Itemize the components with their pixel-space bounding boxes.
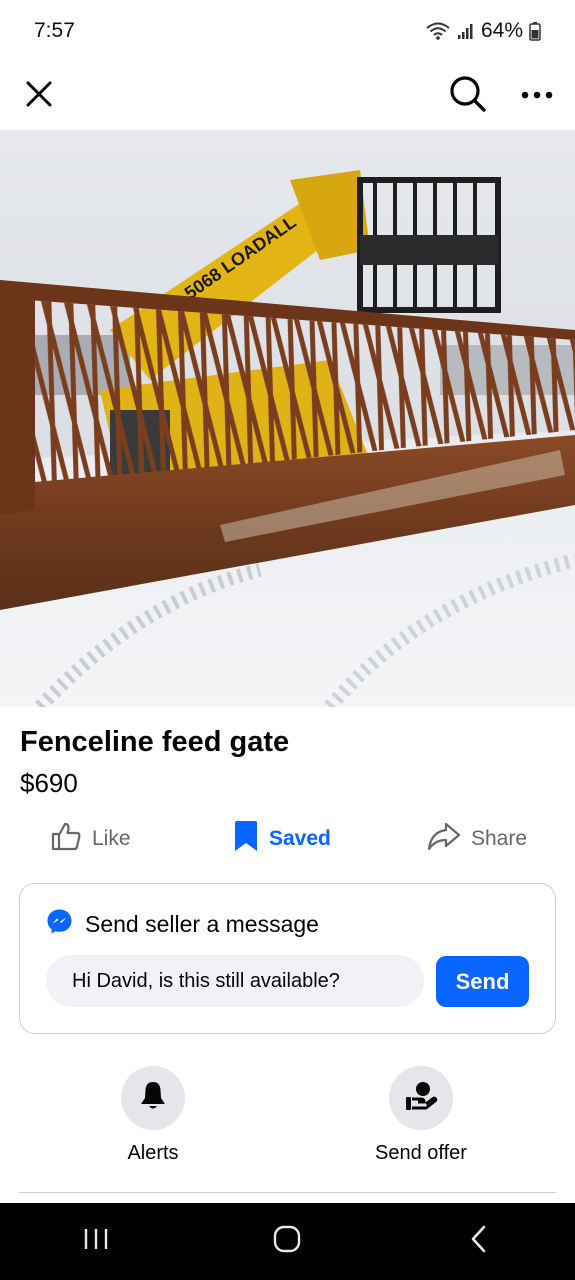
send-offer-circle <box>389 1066 453 1130</box>
message-card: Send seller a message Send <box>19 883 556 1034</box>
listing-title: Fenceline feed gate <box>20 726 290 758</box>
alerts-button[interactable]: Alerts <box>73 1066 233 1165</box>
alerts-label: Alerts <box>127 1142 179 1164</box>
send-offer-button[interactable]: Send offer <box>341 1066 501 1165</box>
saved-label: Saved <box>269 827 331 850</box>
like-icon <box>50 820 82 858</box>
recent-apps-icon <box>83 1227 109 1256</box>
section-divider <box>19 1192 556 1193</box>
send-button[interactable]: Send <box>436 956 529 1007</box>
listing-photo[interactable]: 5068 LOADALL <box>0 130 575 707</box>
like-label: Like <box>92 827 131 850</box>
back-button[interactable] <box>449 1212 509 1272</box>
bell-icon <box>138 1080 168 1117</box>
more-icon <box>521 87 553 105</box>
action-row: Like Saved Share <box>0 815 575 863</box>
listing-photo-image: 5068 LOADALL <box>0 130 575 707</box>
message-header: Send seller a message <box>46 908 319 941</box>
messenger-icon <box>46 908 73 941</box>
like-button[interactable]: Like <box>50 815 131 863</box>
status-icons: 64% <box>425 19 541 43</box>
signal-icon <box>457 22 475 40</box>
alerts-circle <box>121 1066 185 1130</box>
offer-hand-icon <box>404 1080 438 1117</box>
bookmark-icon <box>233 820 259 858</box>
search-button[interactable] <box>449 75 487 118</box>
more-button[interactable] <box>521 87 553 105</box>
share-icon <box>427 821 461 857</box>
system-nav-bar <box>0 1203 575 1280</box>
message-header-label: Send seller a message <box>85 911 319 937</box>
send-offer-label: Send offer <box>375 1142 467 1164</box>
back-icon <box>470 1225 488 1258</box>
status-time: 7:57 <box>34 19 75 42</box>
message-input[interactable] <box>46 955 424 1007</box>
close-icon <box>24 79 54 114</box>
top-bar <box>0 62 575 130</box>
home-icon <box>273 1225 301 1258</box>
close-button[interactable] <box>24 79 54 114</box>
search-icon <box>449 75 487 118</box>
saved-button[interactable]: Saved <box>233 815 331 863</box>
wifi-icon <box>425 21 451 41</box>
battery-percent: 64% <box>480 19 523 42</box>
status-bar: 7:57 64% <box>0 0 575 62</box>
share-label: Share <box>471 827 528 850</box>
home-button[interactable] <box>257 1212 317 1272</box>
listing-price: $690 <box>20 768 78 798</box>
share-button[interactable]: Share <box>427 815 527 863</box>
battery-icon <box>529 21 541 41</box>
recent-apps-button[interactable] <box>66 1212 126 1272</box>
